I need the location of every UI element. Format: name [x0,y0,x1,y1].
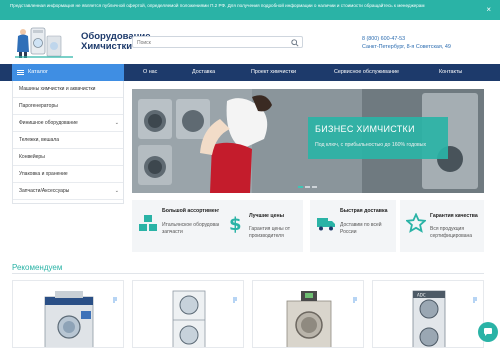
catalog-button[interactable]: Каталог [12,64,124,81]
disclaimer-bar: Представленная информация не является пу… [0,0,500,20]
sidebar-item-label: Тележки, вешала [19,137,60,143]
chevron-down-icon: ⌄ [114,120,119,126]
svg-text:$: $ [229,214,242,233]
catalog-sidebar: Машины химчистки и аквачистки Парогенера… [12,81,124,204]
banner-subtitle: Под ключ, с прибыльностью до 160% годовы… [315,142,427,148]
chevron-down-icon: ⌄ [114,188,119,194]
nav-link-service[interactable]: Сервисное обслуживание [334,64,399,81]
product-image-washer-extractor [286,291,332,347]
hero-banner[interactable]: БИЗНЕС ХИМЧИСТКИ Под ключ, с прибыльност… [132,89,484,193]
menu-icon [17,70,24,75]
feature-prices: $ Лучшие цены Гарантия цены от производи… [219,200,303,252]
sidebar-item-spare-parts[interactable]: Запчасти/Аксессуары ⌄ [13,183,123,200]
product-image-dry-cleaning-machine [44,291,94,347]
feature-desc: Гарантия цены от производителя [249,226,291,239]
phone-link[interactable]: 8 (800) 600-47-53 [362,35,451,43]
compare-icon[interactable] [352,297,358,303]
sidebar-item-conveyors[interactable]: Конвейеры [13,149,123,166]
sidebar-item-carts[interactable]: Тележки, вешала [13,132,123,149]
compare-icon[interactable] [472,297,478,303]
contacts-block: 8 (800) 600-47-53 Санкт-Петербург, 8-я С… [362,35,451,51]
nav-link-contacts[interactable]: Контакты [439,64,462,81]
banner-title: БИЗНЕС ХИМЧИСТКИ [315,124,415,134]
disclaimer-text: Представленная информация не является пу… [10,3,425,8]
chat-button[interactable] [478,322,498,342]
product-card[interactable] [252,280,364,348]
chat-icon [484,328,492,336]
feature-title: Лучшие цены [249,213,285,219]
feature-title: Гарантия качества [430,213,478,219]
slider-dot-1[interactable] [298,186,303,188]
search-box [132,36,303,48]
compare-icon[interactable] [112,297,118,303]
feature-quality: Гарантия качества Вся продукция сертифиц… [400,200,484,252]
product-card[interactable] [12,280,124,348]
sidebar-item-steam-generators[interactable]: Парогенераторы [13,98,123,115]
section-divider [12,273,484,274]
sidebar-item-finishing-equipment[interactable]: Финишное оборудование ⌄ [13,115,123,132]
catalog-label: Каталог [28,69,48,75]
sidebar-item-label: Финишное оборудование [19,120,78,126]
product-image-stacked-dryer-adc: ADC [412,290,446,347]
star-icon [406,213,426,233]
sidebar-item-dry-cleaning-machines[interactable]: Машины химчистки и аквачистки [13,81,123,98]
slider-dot-2[interactable] [305,186,310,188]
boxes-icon [139,215,157,231]
feature-title: Быстрая доставка [340,208,388,214]
sidebar-item-packaging[interactable]: Упаковка и хранение [13,166,123,183]
site-header: Оборудование Химчистки 8 (800) 600-47-53… [0,20,500,64]
nav-link-delivery[interactable]: Доставка [192,64,215,81]
sidebar-item-label: Запчасти/Аксессуары [19,188,70,194]
recommended-title: Рекомендуем [12,263,63,272]
product-image-stacked-dryer [172,290,206,347]
hero-image [132,89,484,193]
sidebar-item-label: Упаковка и хранение [19,171,68,177]
feature-desc: Вся продукция сертифицирована [430,226,473,239]
close-icon[interactable]: × [486,6,491,14]
compare-icon[interactable] [232,297,238,303]
product-card[interactable] [132,280,244,348]
address-text: Санкт-Петербург, 8-я Советская, 49 [362,44,451,50]
sidebar-item-label: Конвейеры [19,154,45,160]
svg-text:ADC: ADC [417,293,426,298]
truck-icon [317,218,335,231]
sidebar-item-label: Машины химчистки и аквачистки [19,86,96,92]
logo-icon[interactable] [13,24,77,60]
search-input[interactable] [137,38,282,47]
nav-link-project[interactable]: Проект химчистки [251,64,296,81]
dollar-icon: $ [229,214,242,233]
search-icon[interactable] [291,39,299,47]
feature-delivery: Быстрая доставка Доставим по всей России [310,200,396,252]
sidebar-item-label: Парогенераторы [19,103,58,109]
nav-link-about[interactable]: О нас [143,64,157,81]
product-card[interactable]: ADC [372,280,484,348]
slider-dot-3[interactable] [312,186,317,188]
feature-desc: Доставим по всей России [340,222,382,235]
main-nav: Каталог О нас Доставка Проект химчистки … [0,64,500,81]
